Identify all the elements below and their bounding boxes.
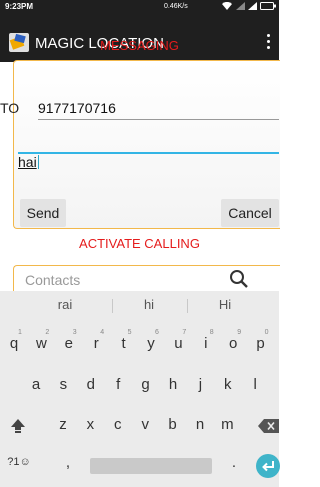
comma-key[interactable]: ,	[56, 454, 80, 471]
suggestion-divider	[187, 299, 188, 313]
key-h[interactable]: h	[161, 376, 185, 393]
key-x[interactable]: x	[78, 416, 102, 433]
key-d[interactable]: d	[79, 376, 103, 393]
contacts-field[interactable]: Contacts	[13, 265, 280, 292]
text-cursor	[37, 155, 39, 169]
key-q[interactable]: q	[2, 335, 26, 352]
key-hint-7: 7	[182, 329, 187, 336]
key-f[interactable]: f	[106, 376, 130, 393]
message-underline	[18, 152, 279, 154]
key-hint-8: 8	[209, 329, 214, 336]
cancel-button[interactable]: Cancel	[221, 199, 279, 227]
shift-icon[interactable]	[10, 418, 26, 434]
contacts-placeholder: Contacts	[25, 272, 81, 288]
enter-icon	[262, 461, 274, 472]
key-l[interactable]: l	[243, 376, 267, 393]
signal-icon	[247, 2, 257, 10]
battery-icon	[260, 2, 276, 10]
network-speed: 0.46K/s	[164, 3, 188, 10]
key-c[interactable]: c	[106, 416, 130, 433]
status-icons	[222, 1, 276, 12]
key-k[interactable]: k	[216, 376, 240, 393]
suggestion-rai[interactable]: rai	[35, 291, 95, 318]
key-w[interactable]: w	[29, 335, 53, 352]
key-hint-0: 0	[264, 329, 269, 336]
key-hint-2: 2	[45, 329, 50, 336]
key-s[interactable]: s	[51, 376, 75, 393]
key-hint-1: 1	[18, 329, 22, 336]
send-button[interactable]: Send	[20, 199, 66, 227]
key-t[interactable]: t	[112, 335, 136, 352]
key-i[interactable]: i	[194, 335, 218, 352]
status-time: 9:23PM	[5, 2, 34, 11]
key-p[interactable]: p	[249, 335, 273, 352]
signal-icon	[235, 2, 245, 10]
key-hint-3: 3	[72, 329, 77, 336]
key-hint-4: 4	[100, 329, 105, 336]
key-e[interactable]: e	[57, 335, 81, 352]
key-z[interactable]: z	[51, 416, 75, 433]
search-icon[interactable]	[227, 267, 251, 291]
key-j[interactable]: j	[188, 376, 212, 393]
period-key[interactable]: .	[222, 454, 246, 471]
key-r[interactable]: r	[84, 335, 108, 352]
suggestion-hi-capital[interactable]: Hi	[195, 291, 255, 318]
message-value: hai	[18, 154, 39, 170]
key-n[interactable]: n	[188, 416, 212, 433]
suggestion-divider	[112, 299, 113, 313]
key-y[interactable]: y	[139, 335, 163, 352]
key-a[interactable]: a	[24, 376, 48, 393]
suggestion-hi[interactable]: hi	[120, 291, 178, 318]
key-g[interactable]: g	[134, 376, 158, 393]
enter-key[interactable]	[256, 454, 280, 478]
key-m[interactable]: m	[215, 416, 239, 433]
soft-keyboard: rai hi Hi q1w2e3r4t5y6u7i8o9p0 asdfghjkl…	[0, 291, 280, 487]
messaging-section-label: MESSAGING	[100, 38, 179, 53]
backspace-icon[interactable]	[258, 419, 279, 433]
symbols-key[interactable]: ?1☺	[4, 456, 34, 468]
key-hint-9: 9	[237, 329, 242, 336]
wifi-icon	[222, 1, 233, 11]
key-o[interactable]: o	[221, 335, 245, 352]
key-u[interactable]: u	[166, 335, 190, 352]
key-b[interactable]: b	[161, 416, 185, 433]
space-key[interactable]	[90, 458, 212, 474]
calling-section-label: ACTIVATE CALLING	[79, 236, 200, 251]
key-hint-6: 6	[155, 329, 159, 336]
status-bar: 9:23PM 0.46K/s	[0, 0, 279, 14]
key-v[interactable]: v	[133, 416, 157, 433]
message-field[interactable]: hai	[13, 98, 279, 170]
key-hint-5: 5	[127, 329, 132, 336]
